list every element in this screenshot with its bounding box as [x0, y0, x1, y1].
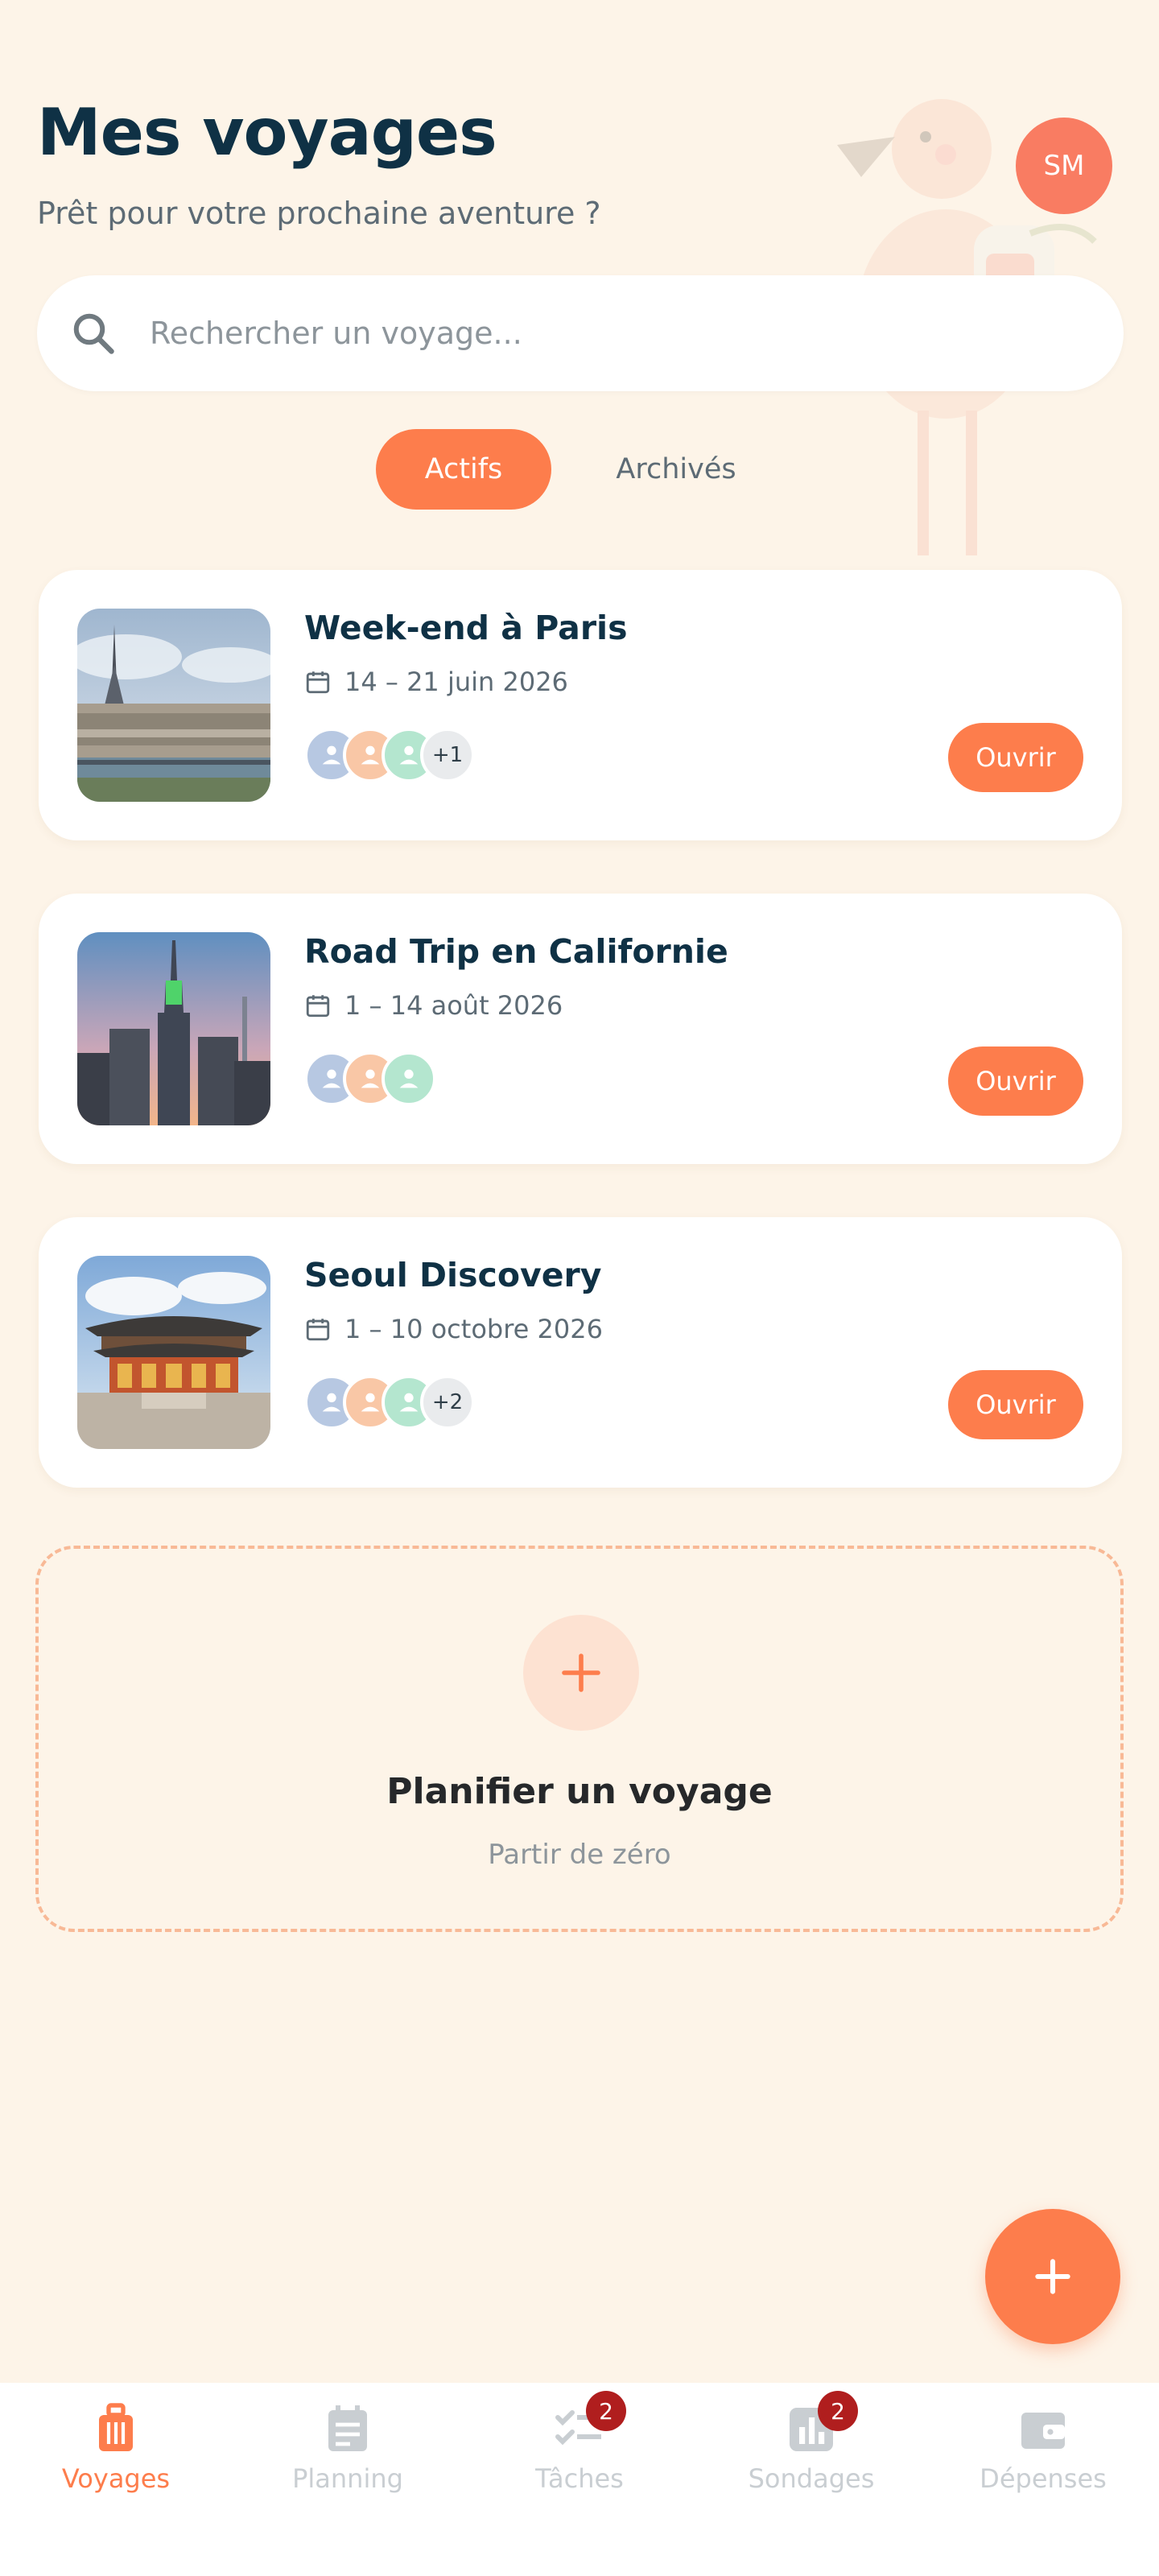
- bottom-navigation: Voyages Planning 2 Tâches 2 Sondages Dép…: [0, 2383, 1159, 2576]
- trip-dates: 1 – 14 août 2026: [304, 990, 563, 1021]
- plus-icon: [1035, 2259, 1070, 2294]
- trip-thumbnail-paris: [77, 609, 270, 802]
- user-icon: [322, 745, 341, 765]
- trip-tabs: Actifs Archivés: [0, 429, 1159, 510]
- tasks-badge: 2: [586, 2391, 626, 2431]
- trip-dates-text: 1 – 10 octobre 2026: [344, 1314, 603, 1344]
- trip-card-seoul[interactable]: Seoul Discovery 1 – 10 octobre 2026 +2 O…: [39, 1217, 1122, 1488]
- user-icon: [399, 745, 419, 765]
- user-icon: [399, 1393, 419, 1412]
- nav-item-planning[interactable]: Planning: [232, 2383, 464, 2544]
- more-members-count: +2: [420, 1375, 475, 1430]
- search-input[interactable]: Rechercher un voyage...: [150, 316, 522, 351]
- calendar-icon: [306, 995, 330, 1018]
- nav-item-voyages[interactable]: Voyages: [0, 2383, 232, 2544]
- user-icon: [322, 1393, 341, 1412]
- user-icon: [399, 1069, 419, 1088]
- trip-card-paris[interactable]: Week-end à Paris 14 – 21 juin 2026 +1 Ou…: [39, 570, 1122, 840]
- nav-item-taches[interactable]: 2 Tâches: [464, 2383, 695, 2544]
- plan-trip-subtitle: Partir de zéro: [488, 1839, 671, 1871]
- luggage-icon: [99, 2403, 133, 2451]
- trip-dates-text: 14 – 21 juin 2026: [344, 667, 568, 697]
- trip-card-california[interactable]: Road Trip en Californie 1 – 14 août 2026…: [39, 894, 1122, 1164]
- open-trip-button[interactable]: Ouvrir: [948, 1046, 1083, 1116]
- nav-item-depenses[interactable]: Dépenses: [927, 2383, 1159, 2544]
- plan-trip-title: Planifier un voyage: [386, 1771, 773, 1812]
- plus-icon: [523, 1615, 639, 1731]
- user-icon: [361, 745, 380, 765]
- user-icon: [361, 1393, 380, 1412]
- trip-thumbnail-california: [77, 932, 270, 1125]
- tab-archived-trips[interactable]: Archivés: [596, 429, 757, 510]
- trip-dates-text: 1 – 14 août 2026: [344, 990, 563, 1021]
- trip-dates: 14 – 21 juin 2026: [304, 667, 568, 697]
- planning-icon: [328, 2405, 367, 2451]
- calendar-icon: [306, 671, 330, 694]
- nav-label-voyages: Voyages: [61, 2463, 171, 2494]
- user-icon: [361, 1069, 380, 1088]
- page-title: Mes voyages: [37, 95, 497, 170]
- nav-label-depenses: Dépenses: [980, 2463, 1107, 2494]
- trip-name: Week-end à Paris: [304, 609, 628, 647]
- user-avatar[interactable]: SM: [1016, 118, 1112, 214]
- trip-dates: 1 – 10 octobre 2026: [304, 1314, 603, 1344]
- nav-label-sondages: Sondages: [748, 2463, 875, 2494]
- nav-item-sondages[interactable]: 2 Sondages: [695, 2383, 927, 2544]
- polls-badge: 2: [818, 2391, 858, 2431]
- trip-name: Seoul Discovery: [304, 1256, 602, 1294]
- more-members-count: +1: [420, 728, 475, 782]
- search-icon: [73, 313, 114, 354]
- add-trip-fab[interactable]: [985, 2209, 1120, 2344]
- member-avatar: [382, 1051, 436, 1106]
- nav-label-planning: Planning: [292, 2463, 403, 2494]
- search-bar[interactable]: Rechercher un voyage...: [37, 275, 1124, 391]
- tab-active-trips[interactable]: Actifs: [376, 429, 551, 510]
- plan-trip-card[interactable]: Planifier un voyage Partir de zéro: [35, 1546, 1124, 1932]
- user-icon: [322, 1069, 341, 1088]
- trip-thumbnail-seoul: [77, 1256, 270, 1449]
- open-trip-button[interactable]: Ouvrir: [948, 723, 1083, 792]
- page-subtitle: Prêt pour votre prochaine aventure ?: [37, 196, 601, 231]
- open-trip-button[interactable]: Ouvrir: [948, 1370, 1083, 1439]
- calendar-icon: [306, 1319, 330, 1341]
- trip-name: Road Trip en Californie: [304, 932, 728, 971]
- nav-label-taches: Tâches: [535, 2463, 624, 2494]
- wallet-icon: [1021, 2413, 1065, 2449]
